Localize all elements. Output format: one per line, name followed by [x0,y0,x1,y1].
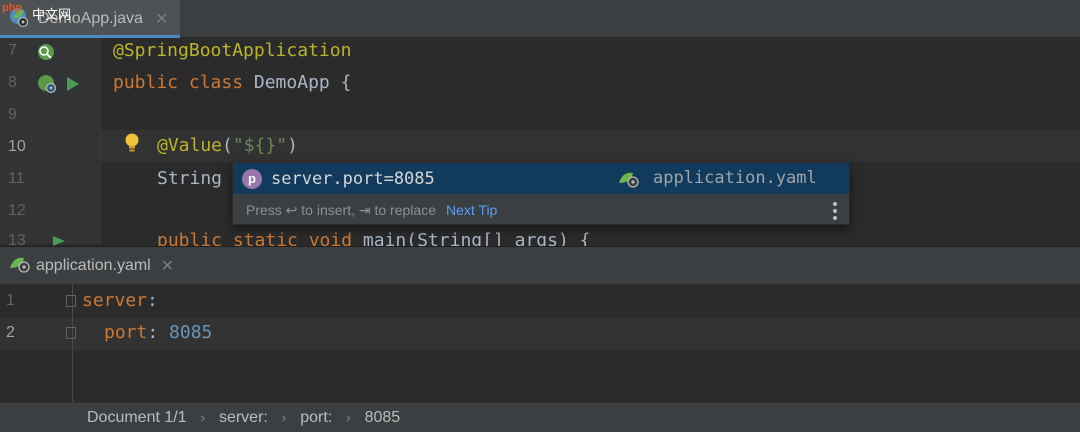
close-icon[interactable]: ✕ [161,256,174,276]
chevron-right-icon: › [281,410,287,425]
tab-demoapp-java[interactable]: DemoApp.java ✕ [0,0,180,38]
completion-popup: p server.port=8085 application.yaml Pres… [232,162,850,225]
breadcrumb: Document 1/1 › server: › port: › 8085 [0,402,1080,432]
line-number: 7 [8,42,17,59]
completion-item[interactable]: p server.port=8085 application.yaml [233,163,849,194]
popup-footer: Press ↩ to insert, ⇥ to replace Next Tip [233,195,849,225]
line-number: 1 [6,292,15,309]
yaml-key: port [104,322,148,343]
code-editor-yaml[interactable]: 1 2 server: port: 8085 [0,284,1080,402]
code-line-11: String [157,168,223,189]
line-number: 10 [8,138,26,155]
code-line-7: @SpringBootApplication [113,40,352,61]
paren: ( [222,135,233,156]
code-line-8: public class DemoApp { [113,72,351,93]
property-icon: p [242,168,262,189]
watermark-logo: php [2,2,23,14]
completion-source: application.yaml [653,168,817,188]
spring-config-file-icon [617,169,641,194]
spring-config-file-icon [8,254,32,279]
yaml-colon: : [147,322,159,343]
more-options-icon[interactable] [833,202,837,220]
line-number: 11 [8,170,25,187]
fold-marker-icon[interactable] [66,327,76,339]
keyword: public class [113,72,244,93]
yaml-line-2: port: 8085 [104,322,212,343]
spring-bean-search-icon[interactable] [36,42,56,67]
breadcrumb-item[interactable]: 8085 [365,409,401,427]
spring-bean-icon[interactable] [36,73,58,100]
chevron-right-icon: › [200,410,205,425]
run-icon[interactable] [66,76,80,97]
chevron-right-icon: › [346,410,351,425]
intention-bulb-icon[interactable] [123,132,141,159]
breadcrumb-item[interactable]: Document 1/1 [87,409,187,427]
yaml-colon: : [147,290,158,311]
line-number: 8 [8,74,17,91]
line-number: 12 [8,202,26,219]
top-tab-bar: DemoApp.java ✕ php 中文网 [0,0,1080,38]
watermark-text: 中文网 [32,7,72,22]
paren: ) [287,135,298,156]
popup-hint: Press ↩ to insert, ⇥ to replace [246,201,436,218]
line-number: 9 [8,106,17,123]
tab-application-yaml[interactable]: application.yaml ✕ [0,247,190,285]
fold-marker-icon[interactable] [66,295,76,307]
close-icon[interactable]: ✕ [155,9,168,29]
bottom-tab-bar: application.yaml ✕ [0,246,1080,284]
editor-gutter: 7 8 9 10 11 12 13 [0,38,100,249]
completion-text: server.port=8085 [271,168,435,189]
code-line-10: @Value("${}") [157,135,298,156]
yaml-line-1: server: [82,290,158,311]
breadcrumb-item[interactable]: port: [300,409,332,427]
yaml-key: server [82,290,148,311]
annotation: @Value [157,135,223,156]
string-literal: "${}" [232,135,288,156]
next-tip-link[interactable]: Next Tip [446,202,497,218]
breadcrumb-item[interactable]: server: [219,409,268,427]
tab-label: application.yaml [36,257,151,274]
yaml-value: 8085 [169,322,213,343]
line-number: 2 [6,324,15,341]
class-name: DemoApp { [243,72,352,93]
